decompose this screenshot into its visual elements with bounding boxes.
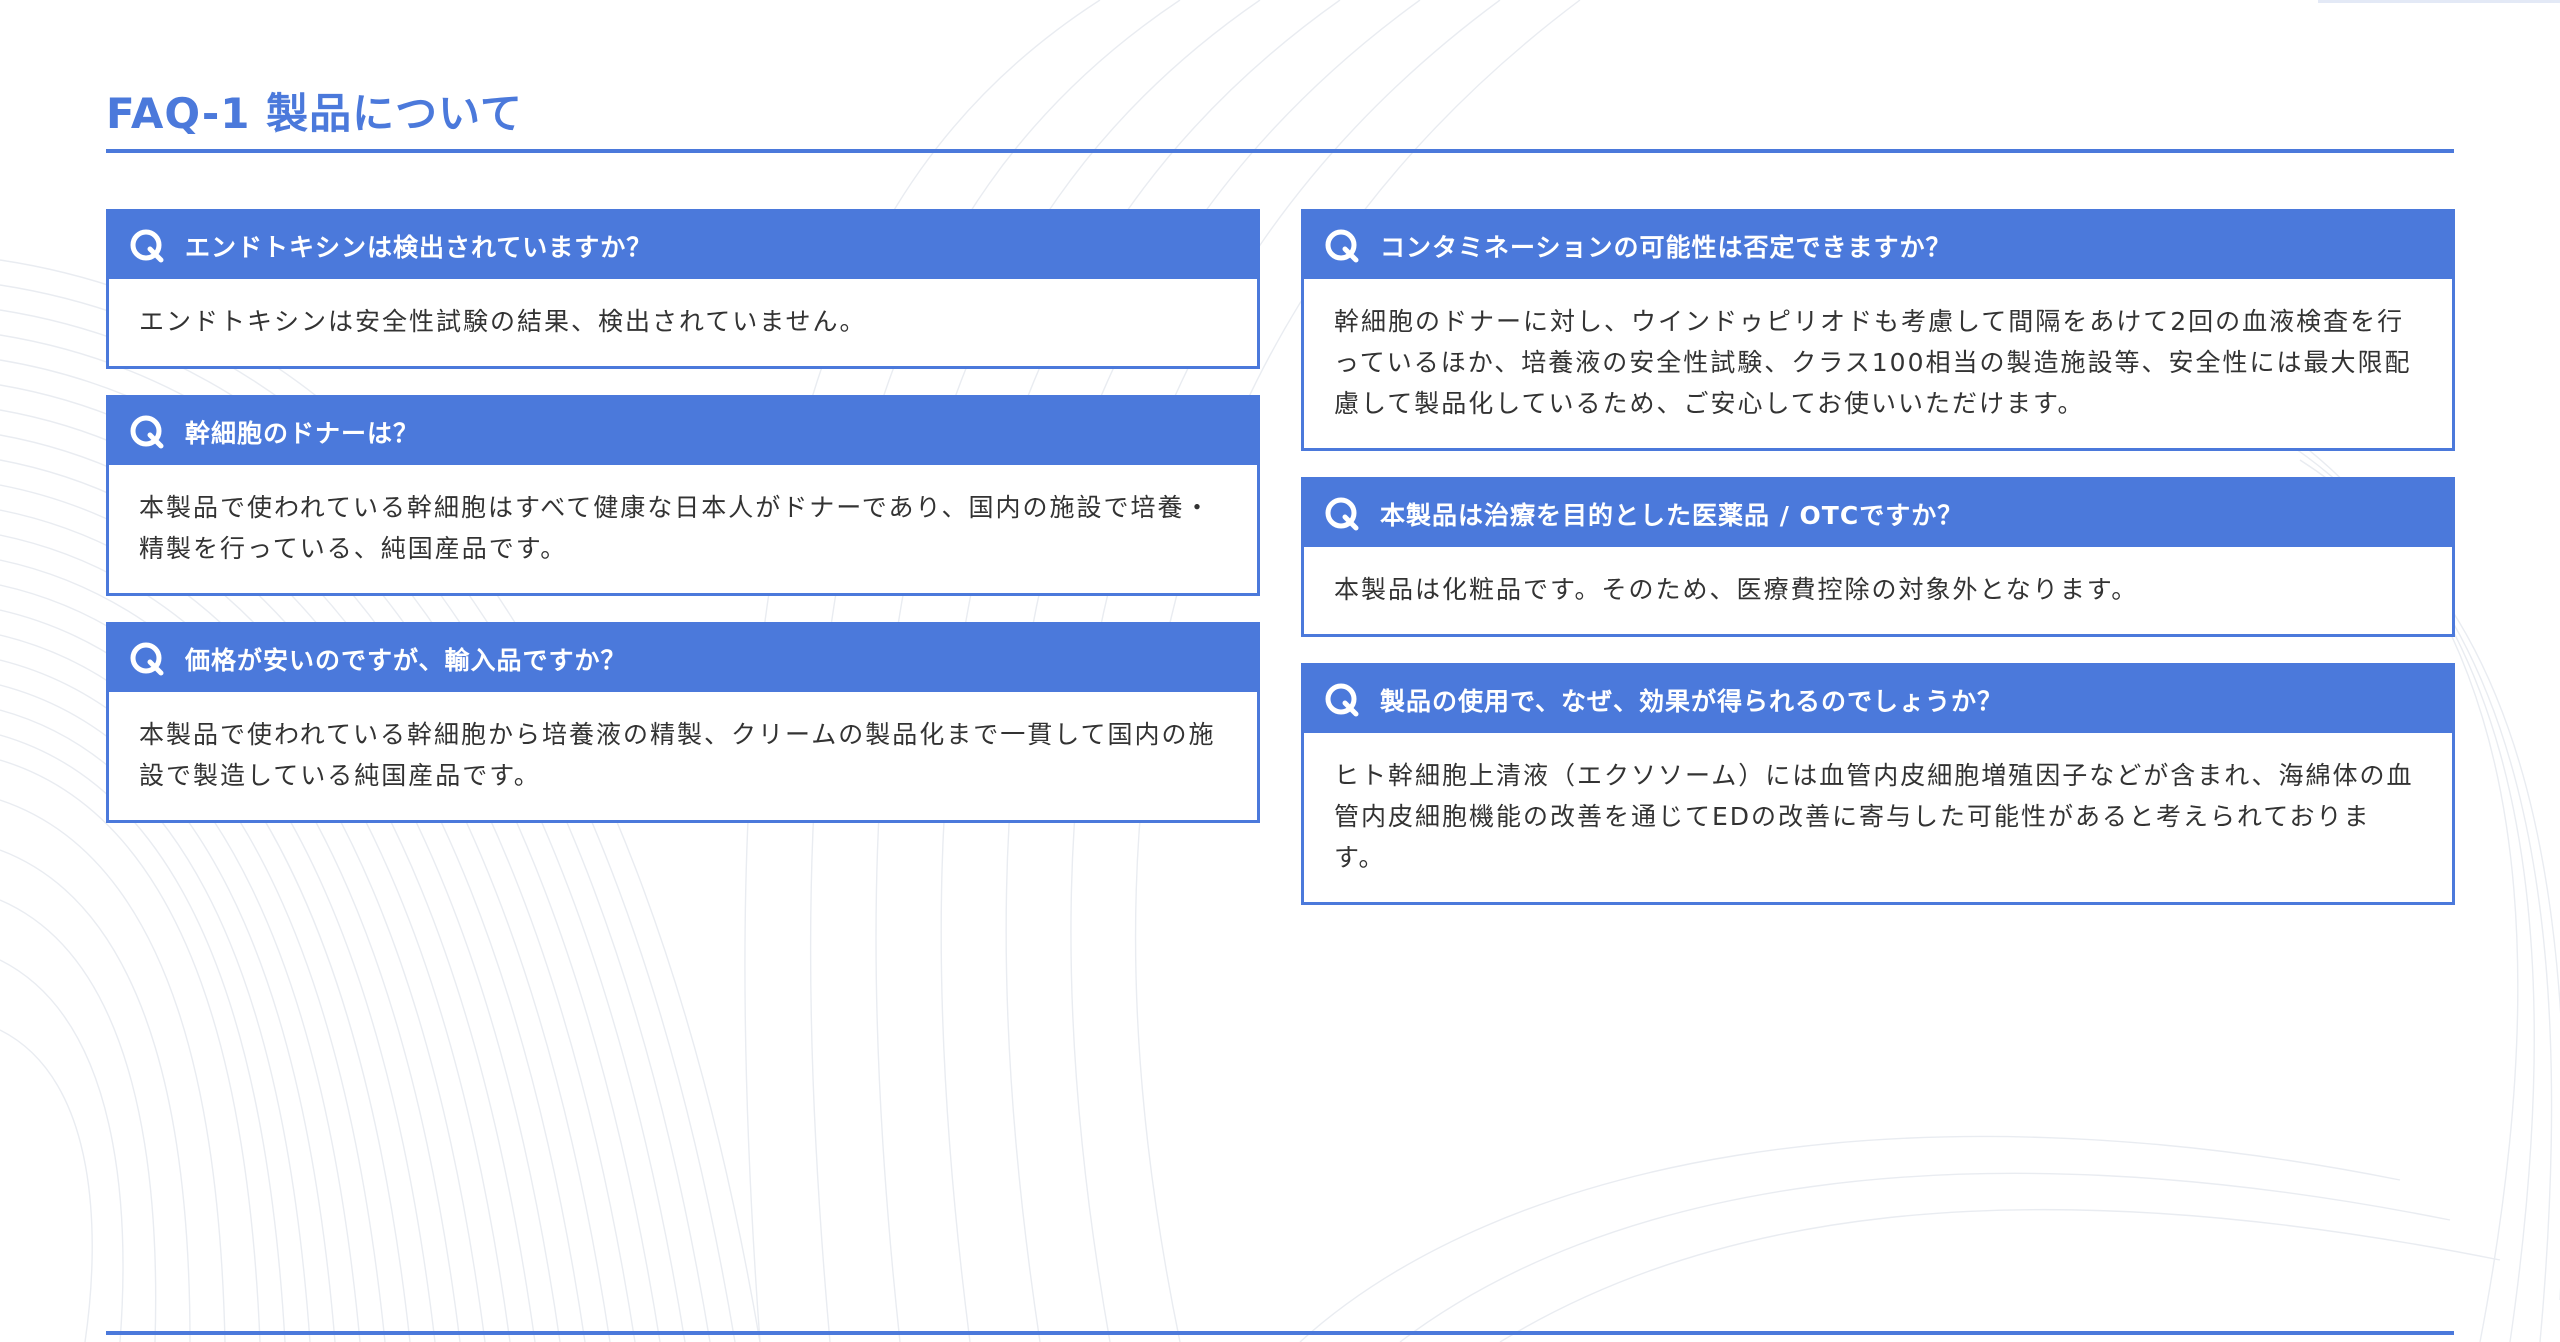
- faq-question-text: 製品の使用で、なぜ、効果が得られるのでしょうか？: [1380, 686, 2004, 716]
- faq-answer-text: エンドトキシンは安全性試験の結果、検出されていません。: [139, 307, 867, 336]
- faq-question-bar: 価格が安いのですが、輸入品ですか？: [109, 625, 1257, 692]
- faq-question-text: コンタミネーションの可能性は否定できますか？: [1380, 232, 1952, 262]
- faq-question-bar: 幹細胞のドナーは？: [109, 398, 1257, 465]
- faq-question-bar: エンドトキシンは検出されていますか？: [109, 212, 1257, 279]
- title-underline: [106, 149, 2454, 153]
- faq-answer-text: ヒト幹細胞上清液（エクソソーム）には血管内皮細胞増殖因子などが含まれ、海綿体の血…: [1334, 761, 2414, 872]
- faq-question-text: 本製品は治療を目的とした医薬品 / OTCですか？: [1380, 500, 1964, 530]
- faq-answer-text: 本製品は化粧品です。そのため、医療費控除の対象外となります。: [1334, 575, 2139, 604]
- faq-column-right: コンタミネーションの可能性は否定できますか？ 幹細胞のドナーに対し、ウインドゥピ…: [1301, 209, 2455, 931]
- bottom-rule: [106, 1331, 2454, 1335]
- q-letter-icon: [130, 415, 164, 448]
- faq-question-bar: 本製品は治療を目的とした医薬品 / OTCですか？: [1304, 480, 2452, 547]
- page-title: FAQ-1 製品について: [106, 89, 523, 138]
- faq-question-text: 幹細胞のドナーは？: [185, 418, 420, 448]
- faq-item: 幹細胞のドナーは？ 本製品で使われている幹細胞はすべて健康な日本人がドナーであり…: [106, 395, 1260, 596]
- faq-question-text: エンドトキシンは検出されていますか？: [185, 232, 653, 262]
- q-letter-icon: [1325, 229, 1359, 262]
- faq-column-left: エンドトキシンは検出されていますか？ エンドトキシンは安全性試験の結果、検出され…: [106, 209, 1260, 849]
- q-letter-icon: [130, 642, 164, 675]
- faq-item: コンタミネーションの可能性は否定できますか？ 幹細胞のドナーに対し、ウインドゥピ…: [1301, 209, 2455, 451]
- faq-page: FAQ-1 製品について エンドトキシンは検出されていますか？ エンドトキシンは…: [0, 0, 2560, 1342]
- faq-answer-text: 幹細胞のドナーに対し、ウインドゥピリオドも考慮して間隔をあけて2回の血液検査を行…: [1334, 307, 2412, 418]
- q-letter-icon: [1325, 497, 1359, 530]
- faq-item: エンドトキシンは検出されていますか？ エンドトキシンは安全性試験の結果、検出され…: [106, 209, 1260, 369]
- faq-item: 製品の使用で、なぜ、効果が得られるのでしょうか？ ヒト幹細胞上清液（エクソソーム…: [1301, 663, 2455, 905]
- faq-answer-text: 本製品で使われている幹細胞はすべて健康な日本人がドナーであり、国内の施設で培養・…: [139, 493, 1212, 563]
- faq-answer-text: 本製品で使われている幹細胞から培養液の精製、クリームの製品化まで一貫して国内の施…: [139, 720, 1216, 790]
- faq-question-bar: 製品の使用で、なぜ、効果が得られるのでしょうか？: [1304, 666, 2452, 733]
- q-letter-icon: [1325, 683, 1359, 716]
- faq-question-bar: コンタミネーションの可能性は否定できますか？: [1304, 212, 2452, 279]
- faq-item: 価格が安いのですが、輸入品ですか？ 本製品で使われている幹細胞から培養液の精製、…: [106, 622, 1260, 823]
- faq-item: 本製品は治療を目的とした医薬品 / OTCですか？ 本製品は化粧品です。そのため…: [1301, 477, 2455, 637]
- faq-question-text: 価格が安いのですが、輸入品ですか？: [185, 645, 627, 675]
- top-right-accent-bar: [2318, 0, 2560, 3]
- q-letter-icon: [130, 229, 164, 262]
